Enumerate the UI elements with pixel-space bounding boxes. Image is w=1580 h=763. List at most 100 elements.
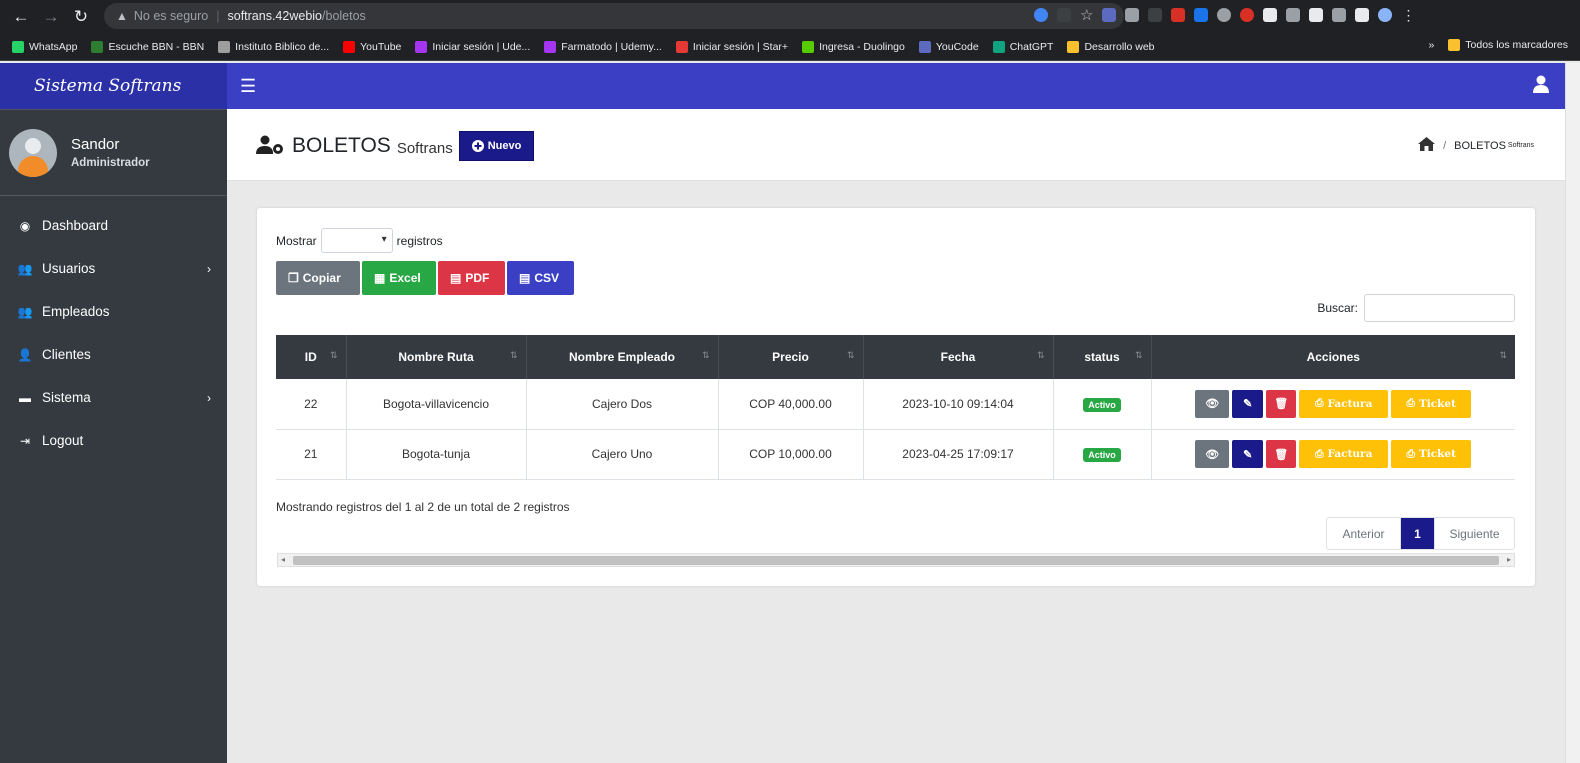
sidebar-item-sistema[interactable]: ▬ Sistema ›: [0, 376, 227, 419]
hamburger-icon[interactable]: ☰: [240, 76, 256, 97]
bookmark-item[interactable]: Farmatodo | Udemy...: [544, 40, 662, 53]
page-scrollbar[interactable]: [1565, 63, 1580, 763]
user-name[interactable]: Sandor: [71, 136, 150, 153]
side-panel-icon[interactable]: [1355, 8, 1370, 22]
boletos-table: ID ⇅ Nombre Ruta ⇅ Nombre Empleado ⇅ Precio ⇅ Fe…: [276, 335, 1515, 480]
dashboard-icon: ◉: [19, 218, 31, 233]
copy-button[interactable]: ❐ Copiar: [276, 261, 360, 295]
back-icon[interactable]: ←: [6, 7, 36, 27]
brand-logo[interactable]: Sistema Softrans: [0, 63, 227, 110]
sidebar-item-label: Usuarios: [42, 261, 96, 276]
bookmark-favicon-icon: [675, 40, 688, 53]
bookmarks-more-icon[interactable]: »: [1428, 39, 1434, 51]
profile-icon[interactable]: [1378, 8, 1393, 22]
bookmark-favicon-icon: [1067, 40, 1080, 53]
table-horizontal-scrollbar[interactable]: ◂ ▸: [277, 553, 1515, 567]
pagination: Anterior 1 Siguiente: [1326, 517, 1515, 550]
ticket-button[interactable]: ⎙ Ticket: [1391, 440, 1472, 468]
csv-button[interactable]: ▤ CSV: [507, 261, 574, 295]
bookmark-item[interactable]: Iniciar sesión | Ude...: [415, 40, 530, 53]
url-host: softrans.42webio: [227, 9, 323, 23]
pdf-button[interactable]: ▤ PDF: [438, 261, 505, 295]
bookmark-item[interactable]: WhatsApp: [12, 40, 77, 53]
security-label: No es seguro: [133, 9, 209, 23]
bookmark-item[interactable]: YouCode: [918, 40, 979, 53]
content-header: BOLETOS Softrans Nuevo / BOLETOS Softran…: [227, 109, 1565, 181]
extension-icon[interactable]: [1263, 8, 1278, 22]
new-button[interactable]: Nuevo: [458, 131, 535, 161]
extension-icon[interactable]: [1171, 8, 1186, 22]
star-icon[interactable]: ☆: [1080, 6, 1093, 24]
column-header[interactable]: Nombre Empleado ⇅: [526, 335, 719, 379]
reading-list-icon[interactable]: [1332, 8, 1347, 22]
user-menu-icon[interactable]: [1533, 75, 1549, 96]
scroll-left-icon[interactable]: ◂: [281, 555, 285, 564]
page-1-button[interactable]: 1: [1401, 518, 1434, 549]
scrollbar-thumb[interactable]: [293, 556, 1499, 565]
bookmark-favicon-icon: [415, 40, 428, 53]
extension-icon[interactable]: [1148, 8, 1163, 22]
all-bookmarks[interactable]: Todos los marcadores: [1448, 39, 1568, 51]
search-input[interactable]: [1364, 294, 1515, 322]
chevron-right-icon: ›: [207, 261, 211, 276]
sidebar-item-clientes[interactable]: 👤 Clientes: [0, 333, 227, 376]
prev-page-button[interactable]: Anterior: [1327, 518, 1401, 549]
pencil-icon: ✎: [1243, 398, 1253, 411]
bookmark-item[interactable]: Ingresa - Duolingo: [802, 40, 905, 53]
length-select[interactable]: ▾: [320, 228, 393, 253]
sidebar-item-empleados[interactable]: 👥 Empleados: [0, 290, 227, 333]
sidebar-item-dashboard[interactable]: ◉ Dashboard: [0, 204, 227, 247]
address-bar[interactable]: ▲ No es seguro | softrans.42webio/boleto…: [104, 3, 1124, 29]
chevron-right-icon: ›: [207, 390, 211, 405]
forward-icon[interactable]: →: [36, 7, 66, 27]
bookmark-item[interactable]: Desarrollo web: [1067, 40, 1155, 53]
edit-button[interactable]: ✎: [1232, 440, 1264, 468]
chevron-down-icon: ▾: [381, 234, 387, 245]
column-header[interactable]: Acciones ⇅: [1151, 335, 1515, 379]
breadcrumb-current: BOLETOS: [1454, 139, 1506, 152]
column-header[interactable]: Nombre Ruta ⇅: [346, 335, 527, 379]
avatar: [9, 128, 57, 177]
printer-icon: ⎙: [1406, 447, 1415, 460]
boletos-card: Mostrar ▾ registros ❐ Copiar ▦ Excel ▤ PDF …: [257, 208, 1535, 586]
edit-button[interactable]: ✎: [1232, 389, 1264, 418]
extension-icon[interactable]: [1102, 8, 1117, 22]
sidebar-item-usuarios[interactable]: 👥 Usuarios ›: [0, 247, 227, 290]
column-header[interactable]: Precio ⇅: [718, 335, 864, 379]
bookmark-item[interactable]: Escuche BBN - BBN: [91, 40, 204, 53]
printer-icon: ⎙: [1315, 447, 1324, 460]
delete-button[interactable]: 🗑: [1266, 440, 1297, 468]
factura-button[interactable]: ⎙ Factura: [1299, 389, 1389, 418]
url-path: /boletos: [322, 9, 366, 23]
bookmark-item[interactable]: ChatGPT: [992, 40, 1053, 53]
pen-icon[interactable]: [1125, 8, 1140, 22]
column-header[interactable]: status ⇅: [1053, 335, 1152, 379]
view-button[interactable]: 👁: [1195, 440, 1230, 468]
menu-icon[interactable]: ⋮: [1401, 7, 1415, 24]
puzzle-icon[interactable]: [1309, 8, 1324, 22]
google-icon[interactable]: [1034, 8, 1048, 22]
scroll-right-icon[interactable]: ▸: [1507, 555, 1511, 564]
sidebar-item-logout[interactable]: ⇥ Logout: [0, 419, 227, 462]
bookmark-item[interactable]: Iniciar sesión | Star+: [675, 40, 788, 53]
share-icon[interactable]: [1057, 8, 1071, 22]
plus-circle-icon: [471, 140, 484, 152]
delete-button[interactable]: 🗑: [1266, 389, 1297, 418]
bookmark-item[interactable]: YouTube: [343, 40, 401, 53]
factura-button[interactable]: ⎙ Factura: [1299, 440, 1389, 468]
bookmark-item[interactable]: Instituto Biblico de...: [218, 40, 329, 53]
extension-icon[interactable]: [1194, 8, 1209, 22]
next-page-button[interactable]: Siguiente: [1434, 518, 1514, 549]
extension-icon[interactable]: [1286, 8, 1301, 22]
ticket-button[interactable]: ⎙ Ticket: [1391, 389, 1472, 418]
view-button[interactable]: 👁: [1195, 389, 1230, 418]
gear-icon[interactable]: [1217, 8, 1232, 22]
home-icon[interactable]: [1418, 137, 1436, 154]
reload-icon[interactable]: ↻: [66, 7, 96, 27]
column-header[interactable]: ID ⇅: [276, 335, 347, 379]
column-header[interactable]: Fecha ⇅: [863, 335, 1054, 379]
excel-button[interactable]: ▦ Excel: [362, 261, 436, 295]
status-badge: Activo: [1083, 448, 1121, 462]
extension-icon[interactable]: [1240, 8, 1255, 22]
sort-icon: ⇅: [1036, 350, 1045, 360]
